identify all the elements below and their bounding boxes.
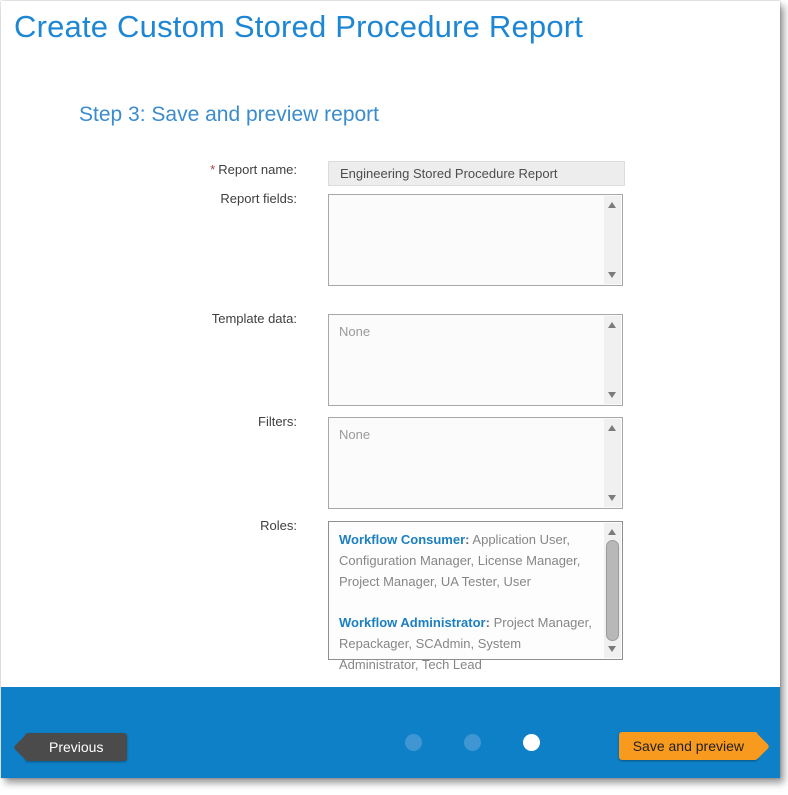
report-name-label: *Report name:	[1, 160, 297, 177]
scroll-down-icon[interactable]	[608, 392, 616, 398]
required-asterisk: *	[210, 162, 215, 177]
role-separator: :	[465, 532, 469, 547]
page-title: Create Custom Stored Procedure Report	[1, 1, 780, 45]
template-data-box[interactable]: None	[328, 314, 623, 406]
template-data-value: None	[329, 315, 622, 348]
roles-list: Workflow Consumer: Application User, Con…	[329, 522, 622, 682]
roles-row: Roles: Workflow Consumer: Application Us…	[1, 516, 780, 660]
roles-scrollbar[interactable]	[604, 523, 621, 658]
filters-box[interactable]: None	[328, 417, 623, 509]
role-group-name: Workflow Consumer	[339, 532, 465, 547]
role-group-name: Workflow Administrator	[339, 615, 486, 630]
role-separator: :	[486, 615, 490, 630]
wizard-dialog: Create Custom Stored Procedure Report St…	[1, 1, 780, 778]
scrollbar-thumb[interactable]	[606, 540, 619, 641]
scroll-up-icon[interactable]	[608, 529, 616, 535]
report-fields-label: Report fields:	[1, 189, 297, 206]
report-fields-value	[329, 195, 622, 213]
report-fields-scrollbar[interactable]	[604, 196, 621, 284]
template-data-label: Template data:	[1, 309, 297, 326]
role-group: Workflow Consumer: Application User, Con…	[339, 529, 598, 592]
report-name-row: *Report name:	[1, 160, 780, 186]
save-and-preview-button[interactable]: Save and preview	[619, 732, 758, 760]
report-name-input[interactable]	[328, 161, 625, 186]
roles-label: Roles:	[1, 516, 297, 533]
role-group: Workflow Administrator: Project Manager,…	[339, 612, 598, 675]
scroll-up-icon[interactable]	[608, 322, 616, 328]
wizard-footer: Previous Save and preview	[1, 687, 780, 778]
filters-row: Filters: None	[1, 412, 780, 509]
filters-label: Filters:	[1, 412, 297, 429]
step-heading: Step 3: Save and preview report	[1, 45, 780, 127]
step-dot-1	[405, 734, 422, 751]
filters-value: None	[329, 418, 622, 451]
save-button-label: Save and preview	[619, 732, 758, 760]
report-fields-box[interactable]	[328, 194, 623, 286]
step-dot-2	[464, 734, 481, 751]
scroll-up-icon[interactable]	[608, 425, 616, 431]
filters-scrollbar[interactable]	[604, 419, 621, 507]
step-indicator	[405, 734, 540, 751]
step-dot-3-active	[523, 734, 540, 751]
previous-button-label: Previous	[25, 733, 127, 761]
scroll-down-icon[interactable]	[608, 646, 616, 652]
roles-box[interactable]: Workflow Consumer: Application User, Con…	[328, 521, 623, 660]
report-form: *Report name: Report fields: Template da…	[1, 160, 780, 660]
previous-button[interactable]: Previous	[25, 733, 127, 761]
scroll-up-icon[interactable]	[608, 202, 616, 208]
template-data-row: Template data: None	[1, 309, 780, 406]
scroll-down-icon[interactable]	[608, 495, 616, 501]
report-fields-row: Report fields:	[1, 189, 780, 286]
scroll-down-icon[interactable]	[608, 272, 616, 278]
template-data-scrollbar[interactable]	[604, 316, 621, 404]
